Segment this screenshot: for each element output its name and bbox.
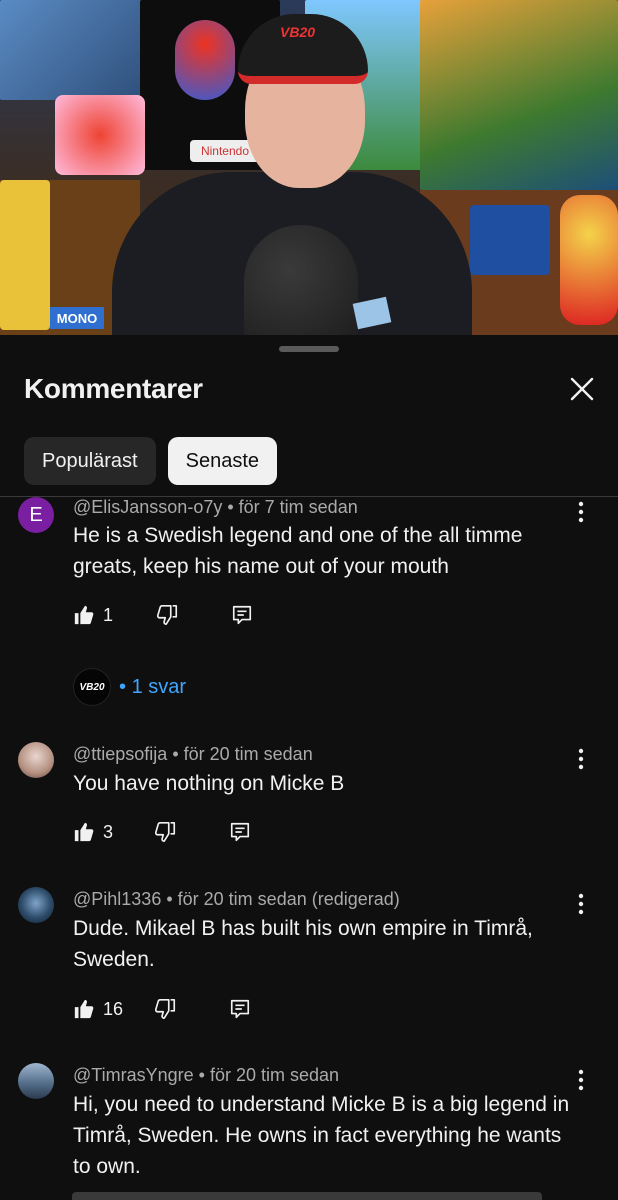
dislike-icon: [155, 822, 176, 842]
comment-author[interactable]: @TimrasYngre: [73, 1065, 194, 1085]
sort-chips: Populärast Senaste: [24, 437, 278, 485]
reply-button[interactable]: [231, 604, 253, 626]
avatar[interactable]: [18, 742, 54, 778]
like-button[interactable]: 16: [73, 998, 123, 1020]
like-icon: [74, 822, 94, 842]
game-box: [470, 205, 550, 275]
composer-bar[interactable]: [72, 1192, 542, 1200]
more-vert-icon: [578, 748, 584, 770]
cap-logo: VB20: [280, 24, 316, 40]
comment-text: Hi, you need to understand Micke B is a …: [73, 1093, 570, 1178]
comment-actions: 1: [73, 600, 253, 630]
close-icon: [570, 377, 594, 401]
sheet-title: Kommentarer: [24, 373, 203, 404]
avatar[interactable]: E: [18, 497, 54, 533]
like-button[interactable]: 3: [73, 821, 113, 843]
comment-meta: @TimrasYngre • för 20 tim sedan: [73, 1065, 340, 1085]
comment-author[interactable]: @ttiepsofija: [73, 744, 167, 764]
comment-text: Dude. Mikael B has built his own empire …: [73, 917, 533, 971]
reply-icon: [230, 999, 250, 1019]
bowser-jr-figure: [560, 195, 618, 325]
dislike-icon: [155, 999, 176, 1019]
link-poster: [420, 0, 618, 190]
comment-menu-button[interactable]: [570, 891, 592, 917]
avatar[interactable]: [18, 1063, 54, 1099]
like-count: 3: [103, 821, 114, 842]
comment-menu-button[interactable]: [570, 746, 592, 772]
comment-meta: @ttiepsofija • för 20 tim sedan: [73, 744, 313, 764]
close-button[interactable]: [564, 371, 600, 407]
comment-time: för 7 tim sedan: [238, 497, 358, 517]
comment-actions: 3: [73, 817, 251, 847]
like-icon: [74, 605, 94, 625]
like-count: 1: [103, 604, 114, 625]
dislike-button[interactable]: [155, 821, 177, 843]
reply-icon: [230, 822, 250, 842]
comment-author[interactable]: @Pihl1336: [73, 889, 161, 909]
more-vert-icon: [578, 501, 584, 523]
comment-text: He is a Swedish legend and one of the al…: [73, 524, 523, 578]
comment-author[interactable]: @ElisJansson-o7y: [73, 497, 222, 517]
chip-newest[interactable]: Senaste: [167, 437, 278, 485]
yellow-box: [0, 180, 50, 330]
dislike-icon: [157, 605, 178, 625]
comment-meta: @ElisJansson-o7y • för 7 tim sedan: [73, 497, 358, 517]
comment-actions: 16: [73, 994, 251, 1024]
comment-time: för 20 tim sedan: [183, 744, 313, 764]
mario-figure: [175, 20, 235, 100]
more-vert-icon: [578, 893, 584, 915]
like-button[interactable]: 1: [73, 604, 113, 626]
replies-toggle[interactable]: VB20 • 1 svar: [73, 668, 186, 706]
reply-button[interactable]: [229, 821, 251, 843]
mono-label: MONO: [50, 307, 104, 329]
more-vert-icon: [578, 1069, 584, 1091]
comment-menu-button[interactable]: [570, 1067, 592, 1093]
avatar[interactable]: [18, 887, 54, 923]
reply-avatar: VB20: [73, 668, 111, 706]
comment-time: för 20 tim sedan: [209, 1065, 340, 1085]
comment-time: för 20 tim sedan (redigerad): [177, 889, 400, 909]
comment-meta: @Pihl1336 • för 20 tim sedan (redigerad): [73, 889, 400, 909]
replies-count[interactable]: • 1 svar: [119, 676, 186, 699]
like-count: 16: [103, 998, 124, 1019]
dislike-button[interactable]: [157, 604, 179, 626]
dislike-button[interactable]: [155, 998, 177, 1020]
reply-button[interactable]: [229, 998, 251, 1020]
video-player[interactable]: MONO Nintendo VB20: [0, 0, 618, 335]
zelda-poster: [0, 0, 145, 100]
mario-poster-2: [55, 95, 145, 175]
comment-menu-button[interactable]: [570, 499, 592, 525]
microphone: [244, 225, 358, 335]
chip-popular[interactable]: Populärast: [24, 437, 156, 485]
drag-handle[interactable]: [279, 346, 339, 352]
comment-text: You have nothing on Micke B: [73, 772, 345, 795]
like-icon: [74, 999, 94, 1019]
reply-icon: [232, 605, 252, 625]
